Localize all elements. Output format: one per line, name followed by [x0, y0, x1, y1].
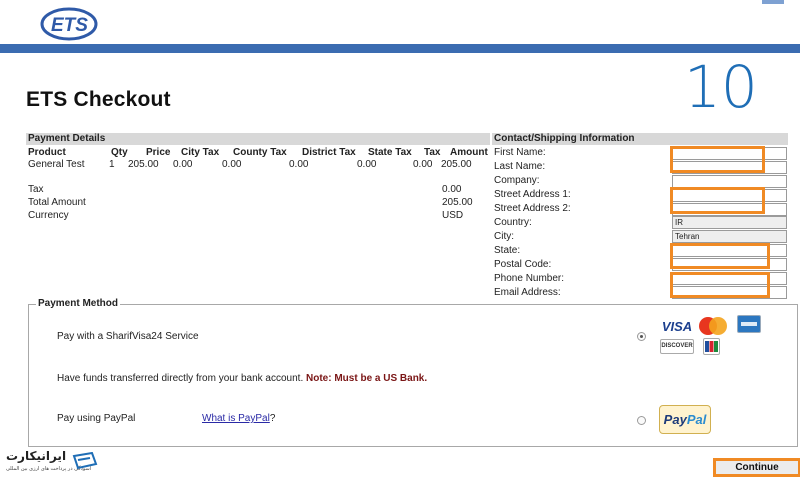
totals-labels: Tax Total Amount Currency — [28, 183, 86, 222]
totals-values: 0.00 205.00 USD — [442, 183, 473, 222]
option-bank-text: Have funds transferred directly from you… — [57, 373, 304, 384]
last-name-label: Last Name: — [494, 161, 546, 172]
cell-district-tax: 0.00 — [289, 159, 309, 170]
table-header-row: Product Qty Price City Tax County Tax Di… — [28, 147, 492, 159]
what-is-paypal: What is PayPal? — [202, 413, 275, 424]
cell-tax: 0.00 — [413, 159, 433, 170]
paypal-logo-button[interactable]: PayPal — [659, 405, 711, 434]
phone-number-label: Phone Number: — [494, 273, 565, 284]
what-is-paypal-suffix: ? — [269, 413, 276, 424]
tax-value: 0.00 — [442, 184, 462, 195]
col-city-tax: City Tax — [181, 147, 220, 158]
visa-icon: VISA — [661, 319, 693, 334]
col-amount: Amount — [450, 147, 488, 158]
highlight-address-fields — [670, 187, 765, 214]
header-bar — [0, 44, 800, 53]
payment-details-table: Product Qty Price City Tax County Tax Di… — [28, 147, 492, 171]
step-number: 10 — [684, 53, 758, 121]
bank-note: Note: Must be a US Bank. — [306, 373, 428, 384]
tax-label: Tax — [28, 184, 44, 195]
col-product: Product — [28, 147, 66, 158]
what-is-paypal-link[interactable]: What is PayPal — [202, 413, 270, 424]
option-sharifvisa-label: Pay with a SharifVisa24 Service — [57, 331, 199, 342]
col-county-tax: County Tax — [233, 147, 287, 158]
jcb-icon — [703, 338, 720, 355]
paypal-logo-pay: Pay — [663, 412, 687, 427]
currency-value: USD — [442, 210, 464, 221]
cell-qty: 1 — [109, 159, 115, 170]
contact-labels: First Name: Last Name: Company: Street A… — [494, 146, 571, 300]
country-field[interactable]: IR — [672, 216, 787, 229]
col-district-tax: District Tax — [302, 147, 356, 158]
email-address-label: Email Address: — [494, 287, 561, 298]
page-title: ETS Checkout — [26, 88, 171, 111]
col-price: Price — [146, 147, 171, 158]
col-qty: Qty — [111, 147, 128, 158]
cell-product: General Test — [28, 159, 85, 170]
total-amount-value: 205.00 — [442, 197, 473, 208]
payment-details-heading: Payment Details — [26, 133, 490, 145]
payment-method-heading: Payment Method — [36, 298, 121, 309]
table-row: General Test 1 205.00 0.00 0.00 0.00 0.0… — [28, 159, 492, 171]
street-address-2-label: Street Address 2: — [494, 203, 571, 214]
col-tax: Tax — [424, 147, 441, 158]
mastercard-icon — [696, 316, 730, 336]
amex-icon — [737, 315, 761, 333]
paypal-logo-pal: Pal — [686, 412, 707, 427]
currency-label: Currency — [28, 210, 69, 221]
cell-county-tax: 0.00 — [222, 159, 242, 170]
highlight-phone-email-fields — [670, 272, 770, 298]
watermark-brand-name: ایرانیکارت — [6, 449, 67, 463]
cell-state-tax: 0.00 — [357, 159, 377, 170]
postal-code-label: Postal Code: — [494, 259, 552, 270]
option-paypal-label: Pay using PayPal — [57, 413, 136, 424]
continue-button[interactable]: Continue — [713, 458, 800, 477]
city-field[interactable]: Tehran — [672, 230, 787, 243]
city-label: City: — [494, 231, 514, 242]
option-sharifvisa-radio[interactable] — [637, 332, 646, 341]
option-bank-label: Have funds transferred directly from you… — [57, 373, 427, 384]
cell-city-tax: 0.00 — [173, 159, 193, 170]
highlight-name-fields — [670, 146, 765, 173]
col-state-tax: State Tax — [368, 147, 412, 158]
state-label: State: — [494, 245, 521, 256]
street-address-1-label: Street Address 1: — [494, 189, 571, 200]
site-header: ETS — [0, 0, 800, 54]
card-logo-icon — [72, 451, 98, 470]
option-paypal-radio[interactable] — [637, 416, 646, 425]
cell-price: 205.00 — [128, 159, 159, 170]
total-amount-label: Total Amount — [28, 197, 86, 208]
cell-amount: 205.00 — [441, 159, 472, 170]
ets-logo[interactable]: ETS — [38, 4, 100, 42]
company-label: Company: — [494, 175, 540, 186]
discover-icon: DISCOVER — [660, 339, 694, 354]
first-name-label: First Name: — [494, 147, 546, 158]
country-label: Country: — [494, 217, 532, 228]
contact-heading: Contact/Shipping Information — [492, 133, 788, 145]
highlight-state-postal-fields — [670, 243, 770, 269]
ets-logo-text: ETS — [51, 15, 88, 36]
header-tab — [762, 0, 784, 4]
